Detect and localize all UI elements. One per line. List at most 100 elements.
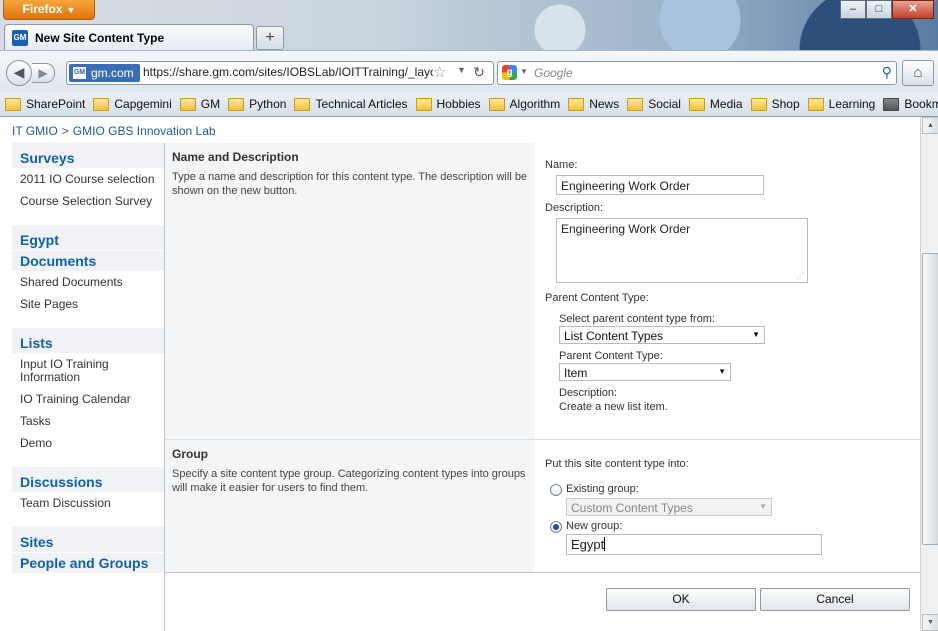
put-into-label: Put this site content type into: <box>545 458 689 470</box>
parent-content-type-label: Parent Content Type: <box>545 292 649 304</box>
bookmark-folder-label: News <box>589 97 620 111</box>
section-description: Specify a site content type group. Categ… <box>172 468 526 494</box>
maximize-icon[interactable]: □ <box>866 0 892 19</box>
bookmark-star-icon[interactable]: ☆ <box>433 63 446 81</box>
new-group-label[interactable]: New group: <box>566 520 622 532</box>
parent-group-select[interactable]: List Content Types ▼ <box>559 326 765 344</box>
magnifier-search-icon[interactable]: ⚲ <box>882 64 892 81</box>
bookmark-folder[interactable]: Media <box>688 97 743 111</box>
parent-type-label: Parent Content Type: <box>559 350 663 362</box>
nav-heading-people-and-groups[interactable]: People and Groups <box>12 553 164 574</box>
nav-item-site-pages[interactable]: Site Pages <box>12 294 164 316</box>
reload-icon[interactable]: ↻ <box>470 62 488 82</box>
parent-description-label: Description: <box>559 387 618 399</box>
nav-item-demo[interactable]: Demo <box>12 433 164 455</box>
nav-item-team-discussion[interactable]: Team Discussion <box>12 493 164 515</box>
new-group-input[interactable]: Egypt <box>566 534 822 555</box>
parent-description-value: Create a new list item. <box>559 401 668 413</box>
bookmark-folder[interactable]: GM <box>179 97 220 111</box>
bookmark-folder[interactable]: Algorithm <box>488 97 561 111</box>
bookmark-folder-label: Technical Articles <box>315 97 408 111</box>
bookmark-folder-label: SharePoint <box>26 97 86 111</box>
folder-icon <box>179 97 196 111</box>
existing-group-label[interactable]: Existing group: <box>566 483 639 495</box>
vertical-scrollbar[interactable]: ▲ ▼ <box>920 117 938 631</box>
name-input[interactable]: Engineering Work Order <box>556 175 764 195</box>
close-icon[interactable]: ✕ <box>892 0 934 19</box>
bookmark-folder[interactable]: Python <box>228 97 286 111</box>
search-bar[interactable]: g ▼ Google ⚲ <box>497 61 897 85</box>
search-engine-dropdown-icon[interactable]: ▼ <box>520 67 528 76</box>
bookmark-folder[interactable]: Social <box>627 97 681 111</box>
scroll-up-icon[interactable]: ▲ <box>922 117 938 134</box>
nav-item-course-selection-survey[interactable]: Course Selection Survey <box>12 191 164 213</box>
nav-heading-documents[interactable]: Documents <box>12 251 164 272</box>
folder-icon <box>415 97 432 111</box>
bookmark-folder[interactable]: Capgemini <box>93 97 172 111</box>
bookmark-folder[interactable]: Shop <box>750 97 800 111</box>
chevron-down-icon: ▼ <box>759 502 767 511</box>
nav-heading-lists[interactable]: Lists <box>12 328 164 354</box>
nav-item-io-training-calendar[interactable]: IO Training Calendar <box>12 389 164 411</box>
folder-icon <box>294 97 311 111</box>
ok-button[interactable]: OK <box>606 588 756 611</box>
name-label: Name: <box>545 159 578 171</box>
bookmarks-menu[interactable]: Bookmarks <box>883 97 938 111</box>
url-text[interactable]: https://share.gm.com/sites/IOBSLab/IOITT… <box>143 65 433 79</box>
site-identity-label: gm.com <box>91 66 134 80</box>
breadcrumb-current-link[interactable]: GMIO GBS Innovation Lab <box>73 124 216 138</box>
new-group-radio[interactable] <box>550 521 562 533</box>
existing-group-select[interactable]: Custom Content Types ▼ <box>566 498 772 516</box>
google-engine-icon[interactable]: g <box>502 65 517 80</box>
gm-logo-icon: GM <box>73 67 86 79</box>
new-tab-button[interactable]: + <box>256 26 284 50</box>
folder-icon <box>688 97 705 111</box>
cancel-button[interactable]: Cancel <box>760 588 910 611</box>
forward-arrow-icon[interactable]: ▶ <box>32 63 55 83</box>
scroll-down-icon[interactable]: ▼ <box>922 614 938 631</box>
bookmark-folder[interactable]: SharePoint <box>5 97 85 111</box>
content-type-form: Name and Description Type a name and des… <box>165 143 920 631</box>
nav-heading-discussions[interactable]: Discussions <box>12 467 164 493</box>
browser-tab[interactable]: GM New Site Content Type <box>4 24 254 51</box>
bookmark-folder[interactable]: Technical Articles <box>294 97 408 111</box>
nav-item-tasks[interactable]: Tasks <box>12 411 164 433</box>
address-bar[interactable]: GM gm.com https://share.gm.com/sites/IOBS… <box>66 61 494 85</box>
folder-icon <box>228 97 245 111</box>
bookmark-folder-label: Algorithm <box>509 97 561 111</box>
scrollbar-thumb[interactable] <box>922 253 938 545</box>
folder-icon <box>5 97 21 111</box>
bookmark-folder-label: Python <box>249 97 287 111</box>
minimize-icon[interactable]: – <box>840 0 866 19</box>
bookmark-folder[interactable]: Hobbies <box>415 97 481 111</box>
bookmark-folder-label: Capgemini <box>114 97 172 111</box>
bookmark-folder[interactable]: News <box>568 97 619 111</box>
resize-grip-icon[interactable]: ⋰ <box>796 272 804 281</box>
description-textarea[interactable]: Engineering Work Order ⋰ <box>556 218 808 283</box>
bookmarks-toolbar: SharePoint Capgemini GM Python Technical… <box>0 92 938 117</box>
description-label: Description: <box>545 202 604 214</box>
parent-type-select[interactable]: Item ▼ <box>559 363 731 381</box>
url-history-dropdown-icon[interactable]: ▼ <box>457 65 466 75</box>
nav-heading-surveys[interactable]: Surveys <box>12 143 164 169</box>
section-title: Group <box>172 447 208 461</box>
existing-group-radio[interactable] <box>550 484 562 496</box>
home-icon[interactable]: ⌂ <box>902 60 934 86</box>
navigation-toolbar: ◀ ▶ GM gm.com https://share.gm.com/sites/… <box>0 50 938 93</box>
back-arrow-icon[interactable]: ◀ <box>6 60 32 86</box>
site-identity-button[interactable]: GM gm.com <box>69 64 140 82</box>
bookmark-folder[interactable]: Learning <box>807 97 875 111</box>
breadcrumb-root-link[interactable]: IT GMIO <box>12 124 58 138</box>
firefox-menu-button[interactable]: Firefox ▼ <box>3 0 95 20</box>
bookmarks-menu-icon <box>883 97 900 111</box>
nav-item-2011-io-course-selection[interactable]: 2011 IO Course selection <box>12 169 164 191</box>
nav-item-input-io-training-information[interactable]: Input IO Training Information <box>12 354 164 389</box>
existing-group-value: Custom Content Types <box>571 501 693 515</box>
nav-item-shared-documents[interactable]: Shared Documents <box>12 272 164 294</box>
nav-heading-egypt[interactable]: Egypt <box>12 225 164 251</box>
breadcrumb: IT GMIO > GMIO GBS Innovation Lab <box>12 124 216 138</box>
nav-heading-sites[interactable]: Sites <box>12 527 164 553</box>
